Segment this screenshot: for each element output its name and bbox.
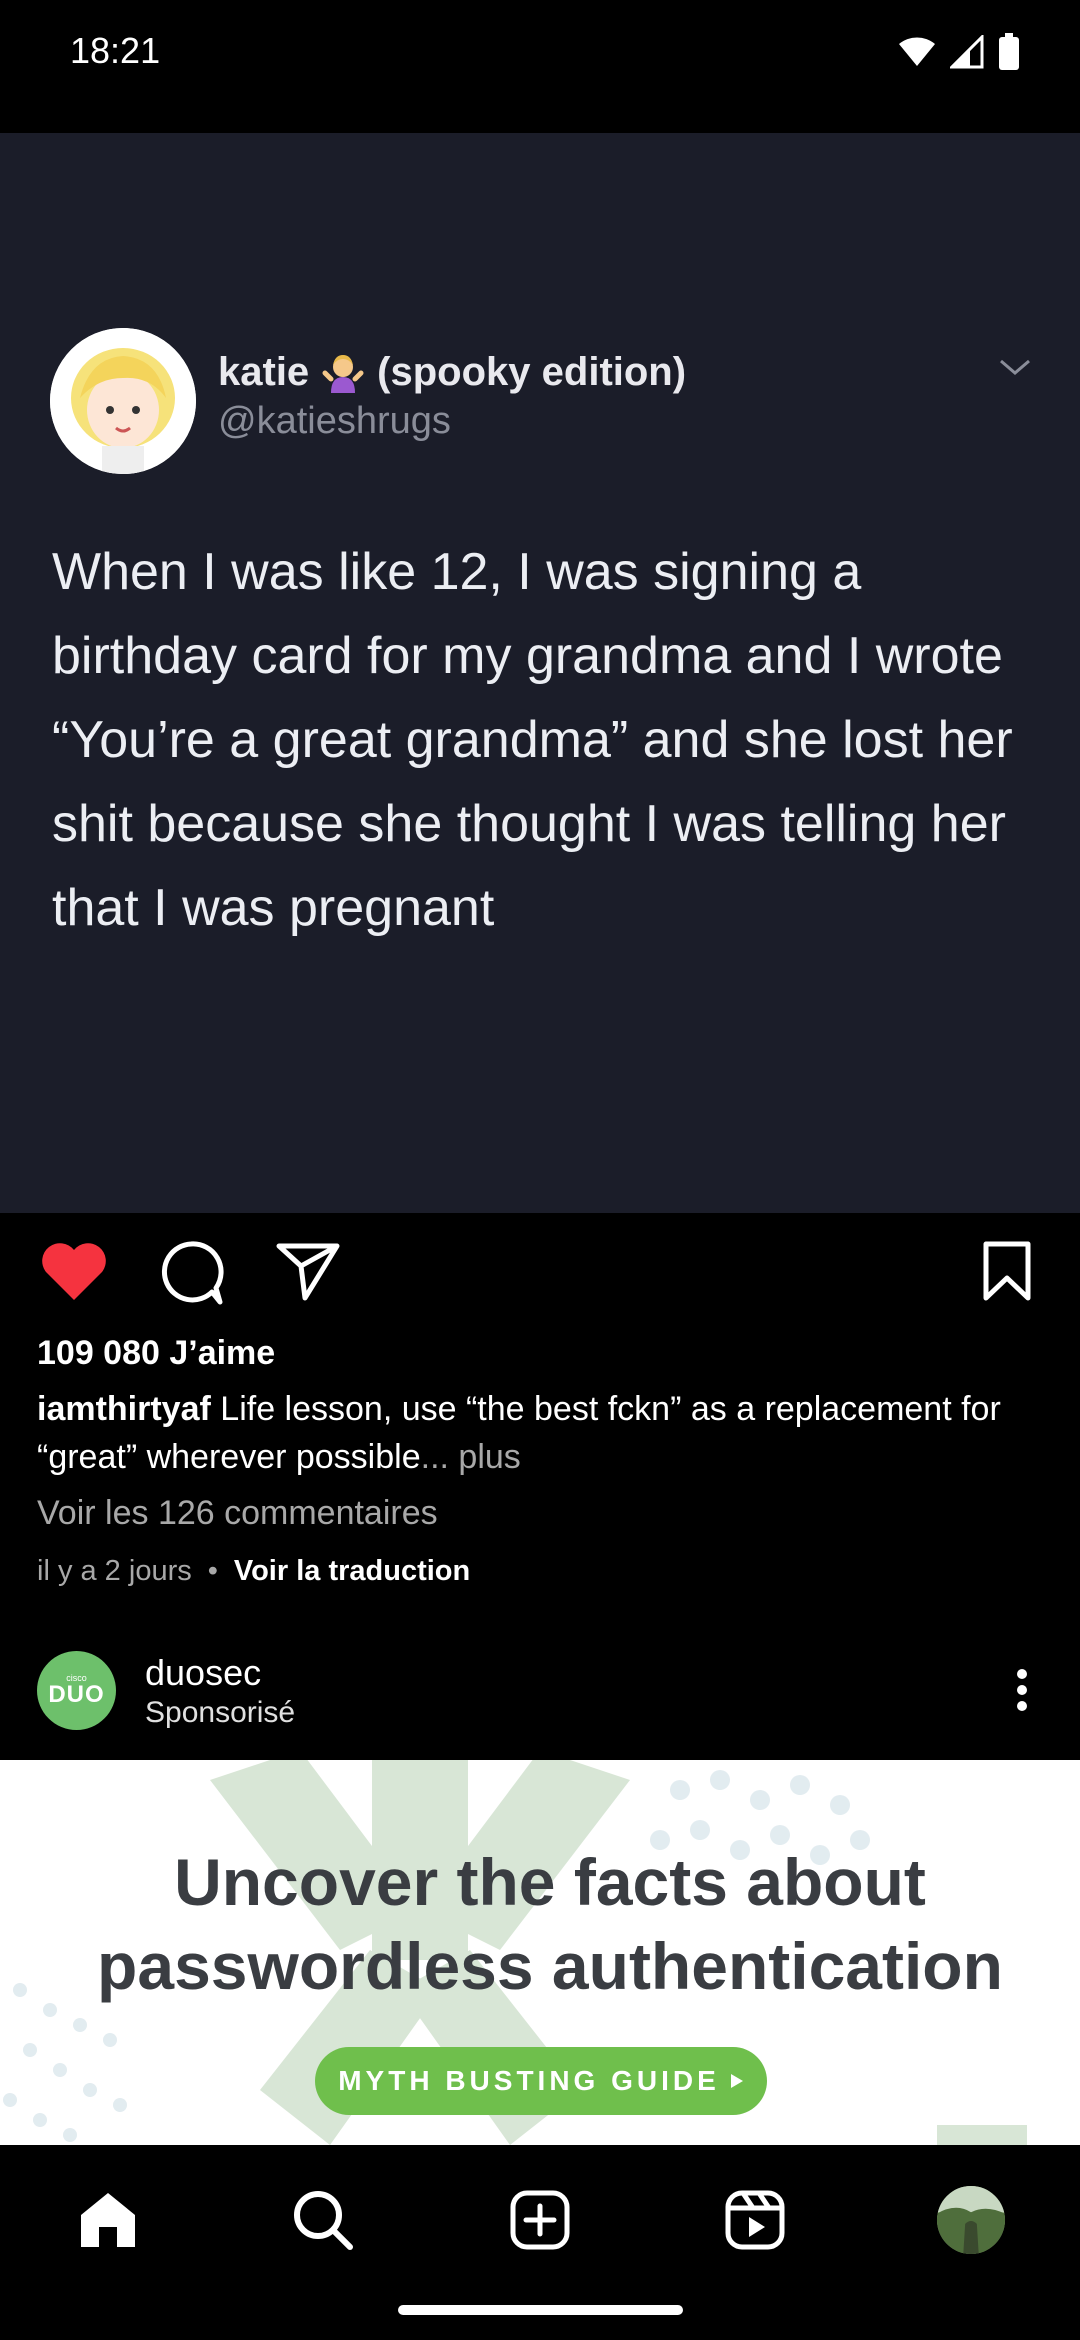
- post-caption: iamthirtyaf Life lesson, use “the best f…: [37, 1385, 1047, 1481]
- ad-cta-label: MYTH BUSTING GUIDE: [338, 2065, 720, 2096]
- shrug-emoji-icon: [322, 354, 364, 393]
- view-comments-link[interactable]: Voir les 126 commentaires: [37, 1494, 438, 1533]
- ad-cta-button[interactable]: MYTH BUSTING GUIDE: [315, 2047, 767, 2115]
- caption-more-link[interactable]: ... plus: [421, 1438, 521, 1476]
- post-time: il y a 2 jours: [37, 1555, 192, 1587]
- profile-avatar: [936, 2185, 1006, 2255]
- sponsor-account-name[interactable]: duosec: [145, 1652, 261, 1694]
- heart-icon[interactable]: [40, 1240, 108, 1302]
- reels-icon: [725, 2190, 785, 2250]
- nav-home[interactable]: [73, 2185, 143, 2255]
- new-post-icon: [510, 2190, 570, 2250]
- tweet-name-suffix: (spooky edition): [377, 350, 687, 394]
- tweet-handle: @katieshrugs: [218, 400, 451, 442]
- play-arrow-icon: [730, 2074, 743, 2088]
- chevron-down-icon: [1000, 359, 1030, 375]
- share-icon[interactable]: [275, 1240, 341, 1302]
- signal-icon: [950, 35, 984, 69]
- status-bar: 18:21: [0, 0, 1080, 105]
- tweet-avatar: [50, 328, 196, 474]
- home-icon: [81, 2193, 135, 2247]
- meta-separator: •: [207, 1555, 218, 1587]
- ad-image[interactable]: Uncover the facts about passwordless aut…: [0, 1760, 1080, 2145]
- caption-username[interactable]: iamthirtyaf: [37, 1390, 211, 1428]
- sponsor-avatar-text: DUO: [48, 1681, 105, 1708]
- more-options-icon[interactable]: [1010, 1668, 1034, 1712]
- tweet-name-text: katie: [218, 350, 310, 394]
- ad-headline: Uncover the facts about passwordless aut…: [97, 1845, 1003, 2003]
- sponsor-avatar[interactable]: cisco DUO: [37, 1651, 116, 1730]
- tweet-text: When I was like 12, I was signing a birt…: [52, 543, 1013, 937]
- post-actions: [0, 1240, 1080, 1310]
- comment-icon[interactable]: [158, 1240, 224, 1306]
- nav-profile[interactable]: [936, 2185, 1006, 2255]
- sponsored-label: Sponsorisé: [145, 1696, 296, 1729]
- likes-count[interactable]: 109 080 J’aime: [37, 1334, 275, 1373]
- nav-create[interactable]: [505, 2185, 575, 2255]
- nav-search[interactable]: [288, 2185, 358, 2255]
- wifi-icon: [899, 37, 935, 66]
- status-time: 18:21: [70, 30, 161, 71]
- home-indicator[interactable]: [398, 2305, 683, 2315]
- tweet-display-name: katie (spooky edition): [218, 350, 686, 395]
- status-icons: [898, 32, 1020, 72]
- bookmark-icon[interactable]: [982, 1240, 1032, 1302]
- post-meta: il y a 2 jours • Voir la traduction: [37, 1555, 470, 1588]
- nav-reels[interactable]: [720, 2185, 790, 2255]
- battery-icon: [999, 33, 1019, 70]
- translate-link[interactable]: Voir la traduction: [234, 1555, 470, 1588]
- search-icon: [294, 2191, 353, 2250]
